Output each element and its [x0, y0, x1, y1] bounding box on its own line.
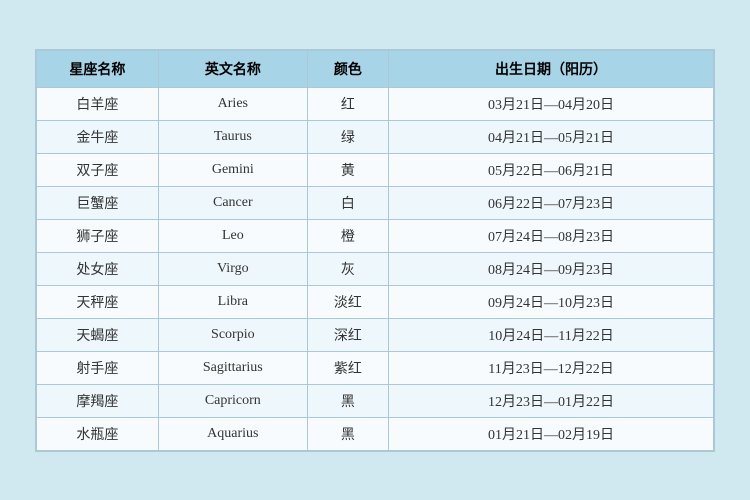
cell-date: 11月23日—12月22日: [389, 351, 714, 384]
cell-date: 05月22日—06月21日: [389, 153, 714, 186]
table-row: 白羊座Aries红03月21日—04月20日: [37, 87, 714, 120]
header-date: 出生日期（阳历）: [389, 50, 714, 87]
cell-date: 09月24日—10月23日: [389, 285, 714, 318]
cell-en-name: Cancer: [158, 186, 307, 219]
cell-date: 01月21日—02月19日: [389, 417, 714, 450]
cell-en-name: Taurus: [158, 120, 307, 153]
cell-zh-name: 天秤座: [37, 285, 159, 318]
cell-zh-name: 双子座: [37, 153, 159, 186]
cell-en-name: Aries: [158, 87, 307, 120]
table-row: 双子座Gemini黄05月22日—06月21日: [37, 153, 714, 186]
table-row: 处女座Virgo灰08月24日—09月23日: [37, 252, 714, 285]
cell-zh-name: 白羊座: [37, 87, 159, 120]
header-color: 颜色: [307, 50, 388, 87]
cell-date: 10月24日—11月22日: [389, 318, 714, 351]
cell-date: 06月22日—07月23日: [389, 186, 714, 219]
table-row: 巨蟹座Cancer白06月22日—07月23日: [37, 186, 714, 219]
cell-en-name: Capricorn: [158, 384, 307, 417]
cell-zh-name: 狮子座: [37, 219, 159, 252]
cell-color: 深红: [307, 318, 388, 351]
cell-color: 橙: [307, 219, 388, 252]
cell-color: 红: [307, 87, 388, 120]
cell-color: 紫红: [307, 351, 388, 384]
cell-date: 12月23日—01月22日: [389, 384, 714, 417]
cell-zh-name: 摩羯座: [37, 384, 159, 417]
cell-zh-name: 射手座: [37, 351, 159, 384]
cell-zh-name: 巨蟹座: [37, 186, 159, 219]
cell-date: 07月24日—08月23日: [389, 219, 714, 252]
table-row: 天秤座Libra淡红09月24日—10月23日: [37, 285, 714, 318]
cell-en-name: Aquarius: [158, 417, 307, 450]
table-row: 摩羯座Capricorn黑12月23日—01月22日: [37, 384, 714, 417]
zodiac-table-wrapper: 星座名称 英文名称 颜色 出生日期（阳历） 白羊座Aries红03月21日—04…: [35, 49, 715, 452]
cell-color: 灰: [307, 252, 388, 285]
cell-color: 黄: [307, 153, 388, 186]
cell-color: 绿: [307, 120, 388, 153]
cell-en-name: Leo: [158, 219, 307, 252]
table-header-row: 星座名称 英文名称 颜色 出生日期（阳历）: [37, 50, 714, 87]
cell-color: 黑: [307, 384, 388, 417]
table-row: 射手座Sagittarius紫红11月23日—12月22日: [37, 351, 714, 384]
cell-en-name: Gemini: [158, 153, 307, 186]
header-en-name: 英文名称: [158, 50, 307, 87]
cell-color: 黑: [307, 417, 388, 450]
cell-color: 淡红: [307, 285, 388, 318]
cell-zh-name: 天蝎座: [37, 318, 159, 351]
cell-date: 08月24日—09月23日: [389, 252, 714, 285]
cell-en-name: Sagittarius: [158, 351, 307, 384]
cell-zh-name: 水瓶座: [37, 417, 159, 450]
table-row: 天蝎座Scorpio深红10月24日—11月22日: [37, 318, 714, 351]
cell-color: 白: [307, 186, 388, 219]
table-row: 金牛座Taurus绿04月21日—05月21日: [37, 120, 714, 153]
header-zh-name: 星座名称: [37, 50, 159, 87]
cell-date: 04月21日—05月21日: [389, 120, 714, 153]
zodiac-table: 星座名称 英文名称 颜色 出生日期（阳历） 白羊座Aries红03月21日—04…: [36, 50, 714, 451]
cell-en-name: Libra: [158, 285, 307, 318]
table-row: 水瓶座Aquarius黑01月21日—02月19日: [37, 417, 714, 450]
cell-en-name: Scorpio: [158, 318, 307, 351]
cell-zh-name: 金牛座: [37, 120, 159, 153]
cell-zh-name: 处女座: [37, 252, 159, 285]
cell-date: 03月21日—04月20日: [389, 87, 714, 120]
table-row: 狮子座Leo橙07月24日—08月23日: [37, 219, 714, 252]
cell-en-name: Virgo: [158, 252, 307, 285]
